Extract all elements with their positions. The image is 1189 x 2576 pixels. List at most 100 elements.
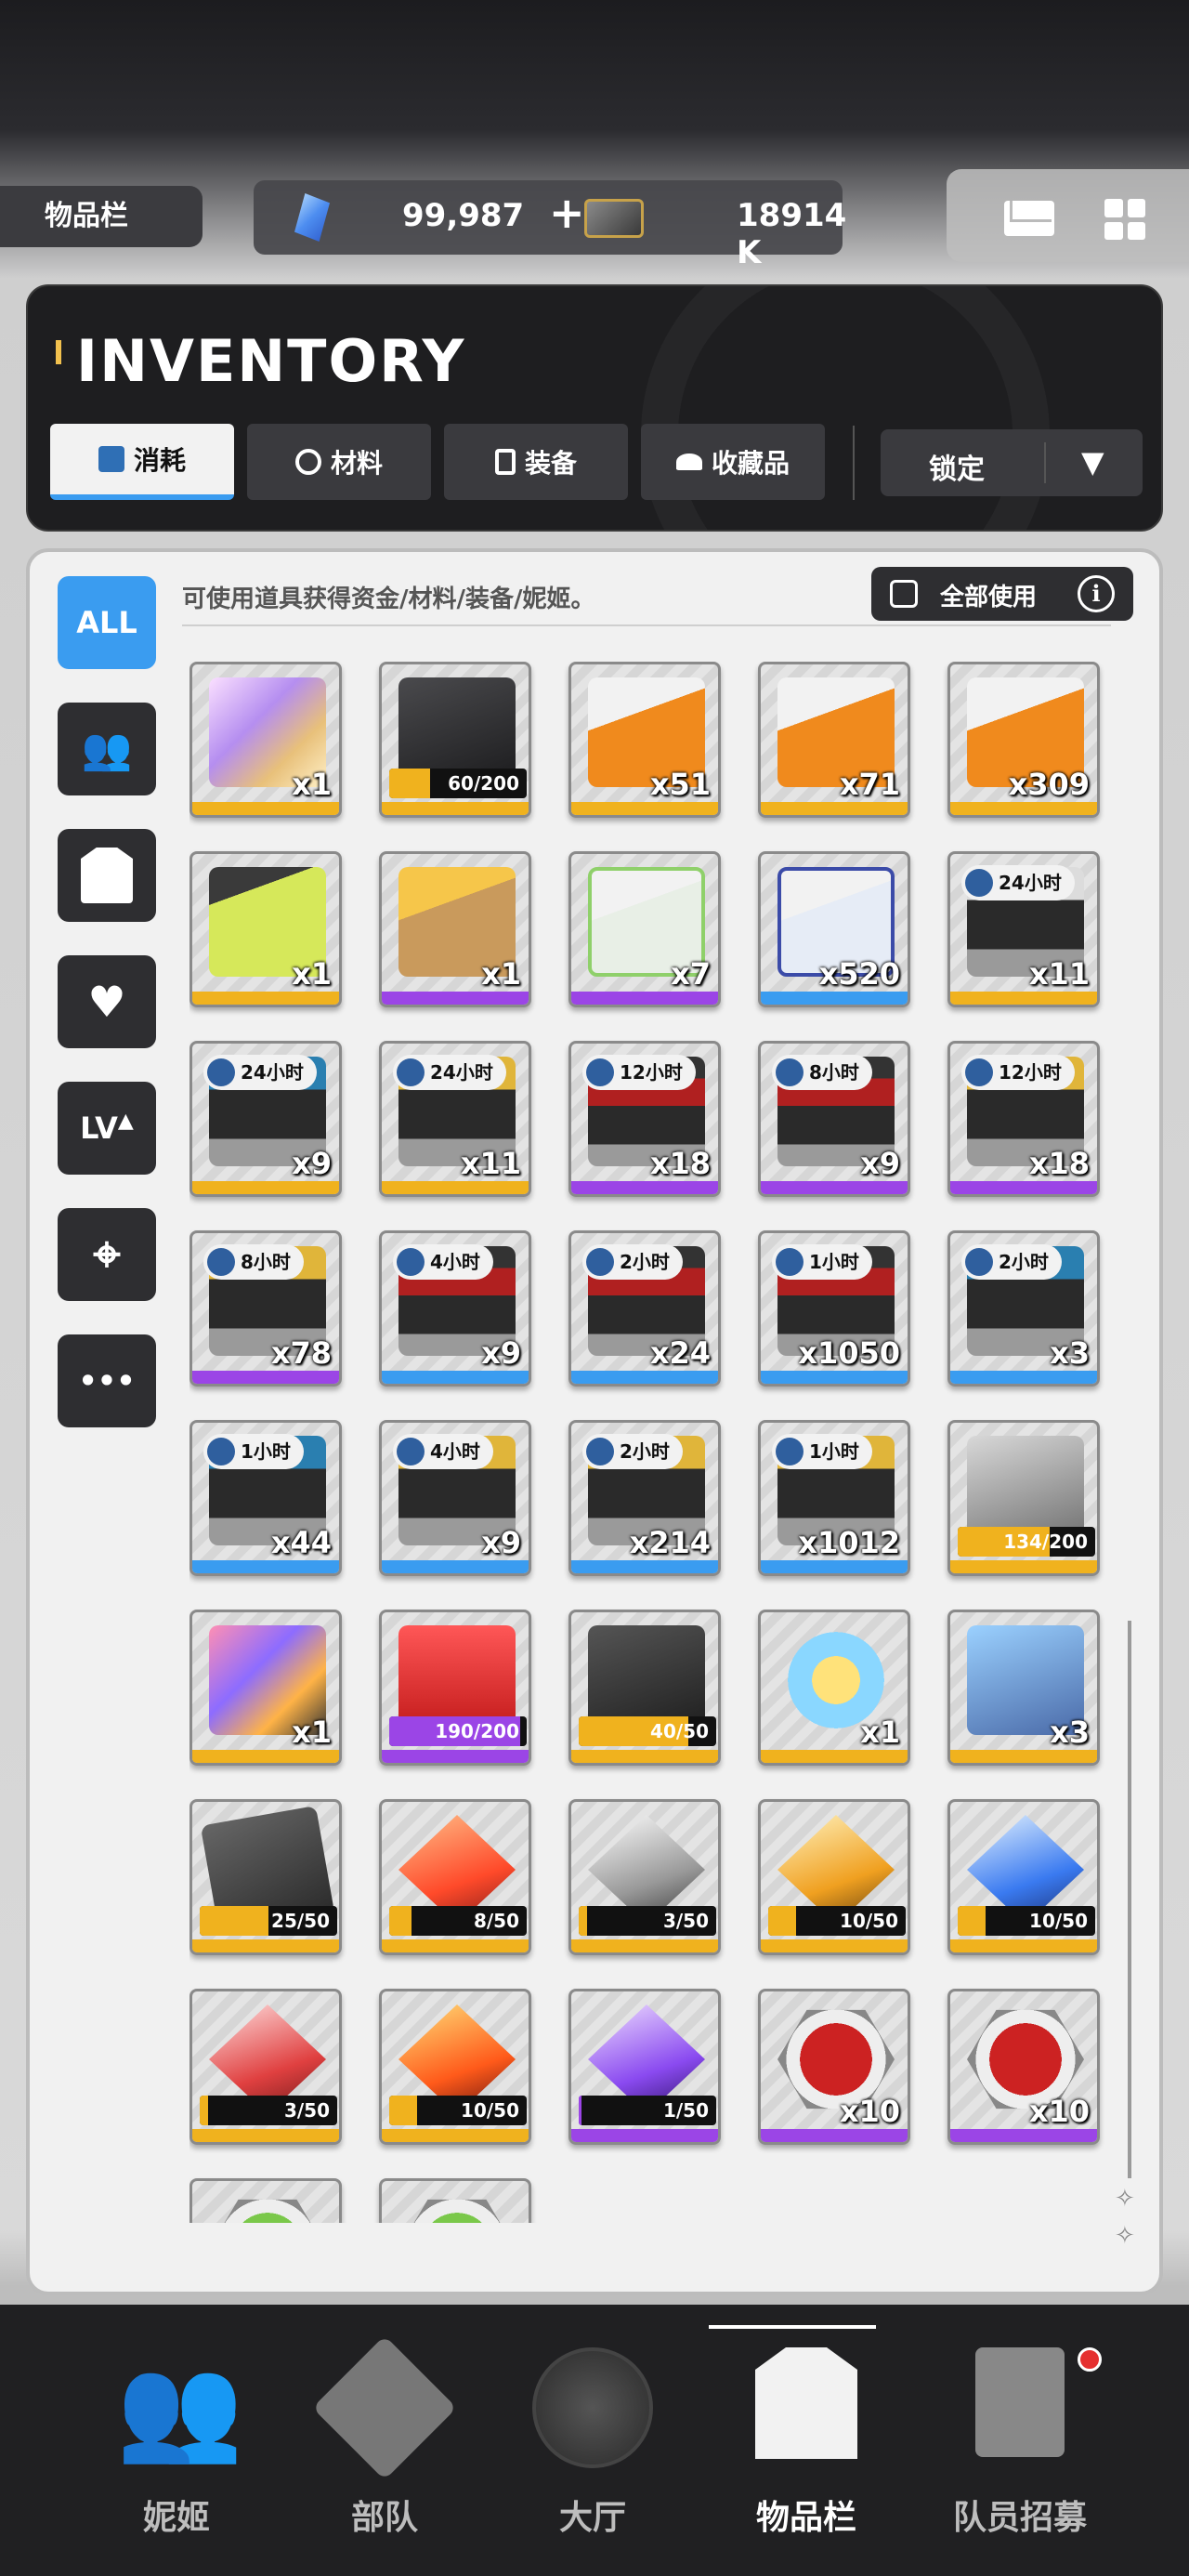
rarity-bar [382, 992, 529, 1005]
item-quantity: x1 [860, 1715, 900, 1750]
inventory-item[interactable]: x7 [568, 851, 721, 1007]
rarity-bar [571, 1939, 718, 1952]
inventory-item[interactable]: x10 [947, 1989, 1100, 2145]
inventory-item[interactable]: x1 [189, 851, 342, 1007]
add-gems-button[interactable]: + [549, 188, 585, 238]
item-progress: 190/200 [389, 1716, 527, 1746]
inventory-item[interactable]: x1 [189, 1610, 342, 1766]
inventory-item[interactable]: x309 [947, 662, 1100, 818]
inventory-item[interactable]: x1 [758, 1610, 910, 1766]
tab-consumable[interactable]: 消耗 [50, 424, 234, 500]
inventory-item[interactable]: 24小时 x9 [189, 1041, 342, 1197]
inventory-item[interactable]: 60/200 [379, 662, 531, 818]
inventory-item[interactable]: 2小时 x24 [568, 1230, 721, 1387]
scrollbar[interactable] [1128, 1621, 1131, 2178]
inventory-item[interactable]: 190/200 [379, 1610, 531, 1766]
inventory-item[interactable]: 40/50 [568, 1610, 721, 1766]
inventory-item[interactable]: 4小时 x9 [379, 1230, 531, 1387]
inventory-item[interactable]: x1 [379, 851, 531, 1007]
rarity-bar [950, 802, 1097, 815]
inventory-item[interactable]: 4小时 x9 [379, 1420, 531, 1576]
crosshair-icon: ⌖ [93, 1226, 121, 1282]
inventory-item[interactable]: 1/50 [568, 1989, 721, 2145]
inventory-item[interactable]: 8小时 x9 [758, 1041, 910, 1197]
inventory-item[interactable]: 24小时 x11 [947, 851, 1100, 1007]
info-icon[interactable]: i [1078, 575, 1115, 612]
nav-label: 队员招募 [952, 2499, 1087, 2537]
inventory-item[interactable]: 1小时 x1050 [758, 1230, 910, 1387]
filter-gear[interactable] [58, 829, 156, 922]
lock-filter-select[interactable]: 锁定 ▼ [881, 429, 1143, 496]
inventory-item[interactable]: 2小时 x3 [947, 1230, 1100, 1387]
inventory-icon [755, 2347, 857, 2459]
filter-level-up[interactable]: LV ▲ [58, 1082, 156, 1175]
item-quantity: x1 [481, 956, 521, 992]
inventory-item[interactable]: 10/50 [758, 1799, 910, 1955]
inventory-item[interactable]: 12小时 x18 [947, 1041, 1100, 1197]
inventory-item[interactable]: 2小时 x214 [568, 1420, 721, 1576]
inventory-item[interactable]: x1 [189, 662, 342, 818]
notification-badge [1078, 2347, 1102, 2372]
item-art [209, 2199, 326, 2223]
filter-favorite[interactable]: ♥ [58, 955, 156, 1048]
nav-nikke[interactable]: 👥 妮姬 [74, 2305, 279, 2576]
inventory-item[interactable]: x51 [568, 662, 721, 818]
inventory-item[interactable]: x520 [758, 851, 910, 1007]
rarity-bar [761, 802, 908, 815]
inventory-item[interactable]: x10 [758, 1989, 910, 2145]
inventory-item[interactable]: 12小时 x18 [568, 1041, 721, 1197]
inventory-item[interactable]: 8/50 [379, 1799, 531, 1955]
item-quantity: x1 [292, 767, 332, 802]
mail-icon[interactable] [1004, 201, 1054, 236]
nav-lobby[interactable]: 大厅 [490, 2305, 695, 2576]
rarity-bar [571, 1371, 718, 1384]
nav-inventory[interactable]: 物品栏 [704, 2305, 908, 2576]
inventory-item[interactable] [189, 2178, 342, 2223]
nav-recruit[interactable]: 队员招募 [908, 2305, 1131, 2576]
menu-grid-icon[interactable] [1104, 199, 1145, 240]
inventory-item[interactable]: x3 [947, 1610, 1100, 1766]
item-quantity: x520 [818, 956, 900, 992]
tab-collectible[interactable]: 收藏品 [641, 424, 825, 500]
timer-badge: 12小时 [582, 1055, 696, 1090]
timer-badge: 4小时 [393, 1244, 493, 1280]
item-quantity: x9 [860, 1146, 900, 1181]
filter-target[interactable]: ⌖ [58, 1208, 156, 1301]
nav-label: 妮姬 [142, 2499, 210, 2537]
checkbox[interactable] [890, 580, 918, 608]
inventory-item[interactable]: 1小时 x1012 [758, 1420, 910, 1576]
use-all-toggle[interactable]: 全部使用 i [871, 567, 1133, 621]
filter-squad[interactable]: 👥 [58, 703, 156, 795]
inventory-item[interactable]: 3/50 [189, 1989, 342, 2145]
tab-material[interactable]: 材料 [247, 424, 431, 500]
inventory-item[interactable]: 8小时 x78 [189, 1230, 342, 1387]
page-label: 物品栏 [0, 186, 203, 247]
inventory-item[interactable]: 1小时 x44 [189, 1420, 342, 1576]
timer-badge: 1小时 [772, 1434, 872, 1469]
tab-label: 装备 [524, 448, 577, 479]
inventory-item[interactable]: 25/50 [189, 1799, 342, 1955]
nav-squad[interactable]: 部队 [282, 2305, 487, 2576]
vest-icon [81, 848, 133, 903]
rarity-bar [382, 1181, 529, 1194]
progress-text: 3/50 [283, 2099, 330, 2122]
item-quantity: x11 [1028, 956, 1090, 992]
item-quantity: x10 [839, 2094, 900, 2129]
filter-all[interactable]: ALL [58, 576, 156, 669]
usage-hint: 可使用道具获得资金/材料/装备/妮姬。 [182, 585, 595, 613]
inventory-item[interactable]: 24小时 x11 [379, 1041, 531, 1197]
inventory-item[interactable]: 10/50 [947, 1799, 1100, 1955]
filter-more[interactable]: ••• [58, 1334, 156, 1427]
inventory-item[interactable]: 10/50 [379, 1989, 531, 2145]
rarity-bar [571, 1560, 718, 1573]
inventory-item[interactable] [379, 2178, 531, 2223]
scroll-arrows[interactable]: ✧ ✧ [1115, 2180, 1135, 2254]
rarity-bar [382, 802, 529, 815]
tab-equipment[interactable]: 装备 [444, 424, 628, 500]
inventory-item[interactable]: 134/200 [947, 1420, 1100, 1576]
top-bar: 物品栏 99,987 + 18914 K [0, 169, 1189, 271]
inventory-item[interactable]: 3/50 [568, 1799, 721, 1955]
item-quantity: x78 [270, 1335, 332, 1371]
item-quantity: x18 [649, 1146, 711, 1181]
inventory-item[interactable]: x71 [758, 662, 910, 818]
